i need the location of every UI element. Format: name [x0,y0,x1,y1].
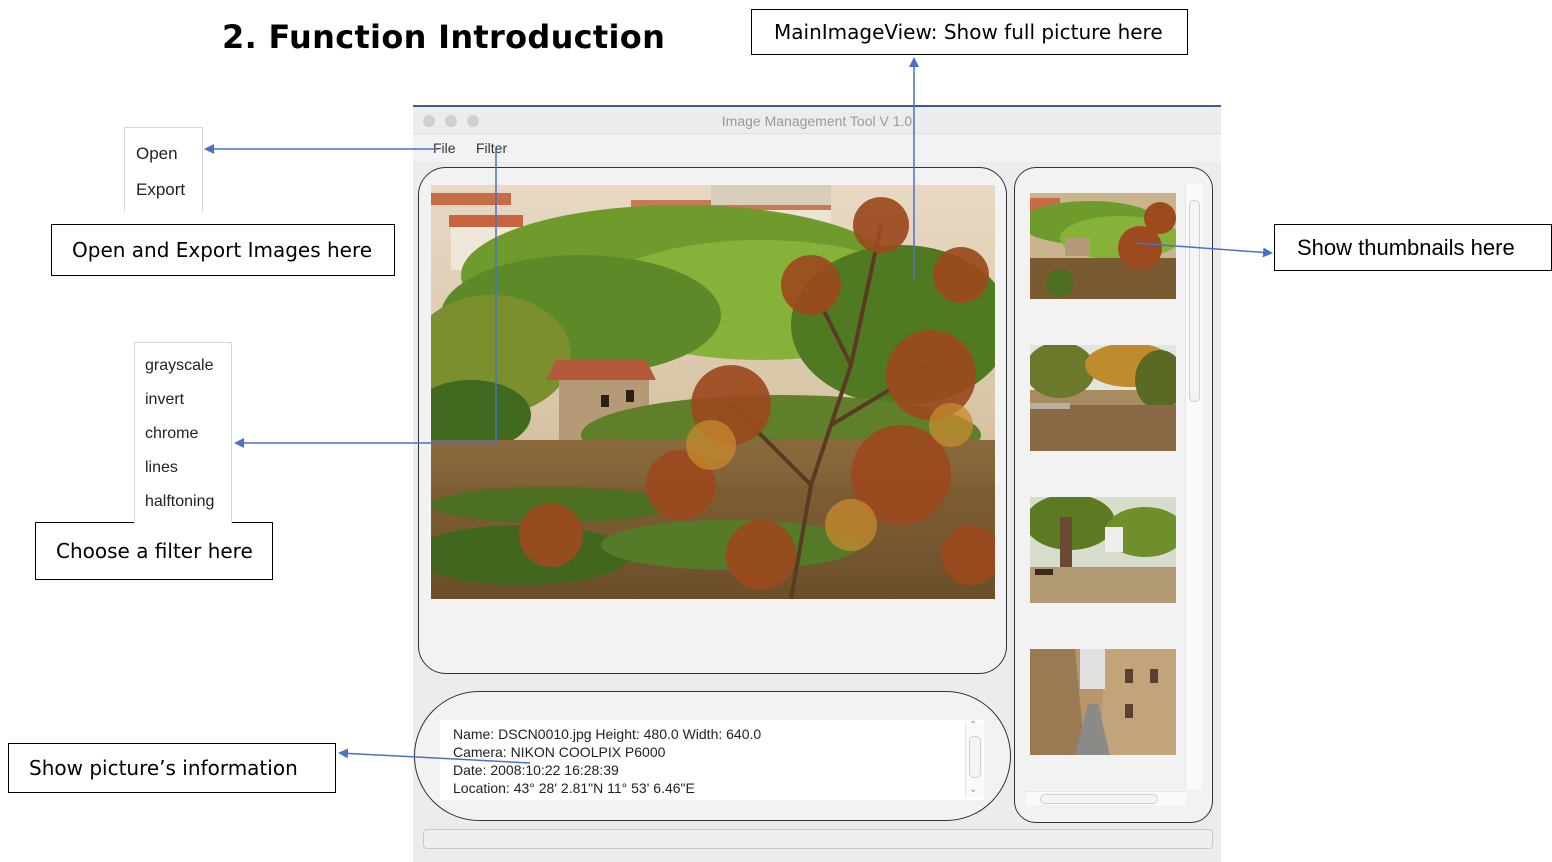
arrow-filter-to-menu [234,150,497,448]
arrow-thumbnail-to-callout [1134,242,1273,258]
annotation-arrows [204,57,1273,764]
arrow-info-to-callout [338,748,531,764]
